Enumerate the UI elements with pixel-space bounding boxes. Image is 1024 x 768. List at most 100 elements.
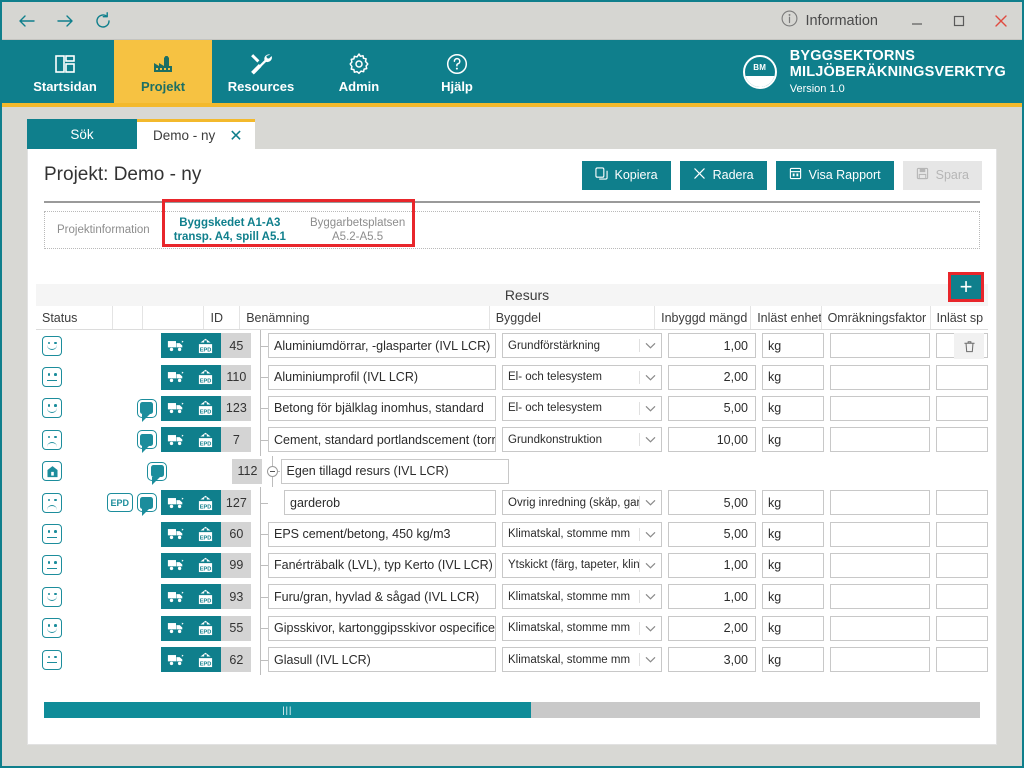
transport-epd-buttons[interactable]: EPD: [160, 427, 221, 453]
omrakningsfaktor-input[interactable]: [830, 490, 930, 516]
epd-document-icon[interactable]: EPD: [197, 526, 214, 542]
omrakningsfaktor-input[interactable]: [830, 552, 930, 578]
transport-epd-buttons[interactable]: EPD: [160, 395, 221, 421]
chevron-down-icon[interactable]: [639, 339, 661, 353]
radera-button[interactable]: Radera: [679, 160, 767, 190]
truck-icon[interactable]: [167, 590, 185, 604]
scrollbar-thumb[interactable]: |||: [44, 702, 531, 718]
inlast-spill-input[interactable]: [936, 490, 988, 516]
chevron-down-icon[interactable]: [639, 527, 661, 541]
status-sad-face-icon[interactable]: [42, 429, 62, 450]
visa-rapport-button[interactable]: Visa Rapport: [775, 160, 894, 190]
transport-epd-buttons[interactable]: EPD: [160, 521, 221, 547]
status-happy-face-icon[interactable]: [42, 398, 62, 419]
table-row[interactable]: EPD 7 Cement, standard portlandscement (to…: [36, 424, 988, 456]
comment-bubble-icon[interactable]: [147, 461, 168, 485]
epd-document-icon[interactable]: EPD: [197, 369, 214, 385]
status-happy-face-icon[interactable]: [42, 586, 62, 607]
truck-icon[interactable]: [167, 370, 185, 384]
column-header-id[interactable]: ID: [204, 306, 241, 329]
forward-icon[interactable]: [54, 10, 76, 32]
nav-item-admin[interactable]: Admin: [310, 40, 408, 103]
chevron-down-icon[interactable]: [639, 370, 661, 384]
omrakningsfaktor-input[interactable]: [830, 364, 930, 390]
truck-icon[interactable]: [167, 339, 185, 353]
inbyggd-mangd-input[interactable]: 10,00: [668, 427, 756, 453]
inbyggd-mangd-input[interactable]: 3,00: [668, 647, 756, 673]
truck-icon[interactable]: [167, 527, 185, 541]
truck-icon[interactable]: [167, 401, 185, 415]
benamning-input[interactable]: garderob: [284, 490, 496, 516]
table-row[interactable]: EPD 45 Aluminiumdörrar, -glasparter (IVL L…: [36, 330, 988, 362]
inlast-spill-input[interactable]: [936, 364, 988, 390]
benamning-input[interactable]: Furu/gran, hyvlad & sågad (IVL LCR): [268, 584, 496, 610]
status-house-icon[interactable]: [42, 461, 62, 482]
status-neutral-face-icon[interactable]: [42, 555, 62, 576]
horizontal-scrollbar[interactable]: |||: [44, 702, 980, 718]
comment-bubble-icon[interactable]: [136, 398, 157, 422]
benamning-input[interactable]: Fanérträbalk (LVL), typ Kerto (IVL LCR): [268, 552, 496, 578]
benamning-input[interactable]: Aluminiumdörrar, -glasparter (IVL LCR): [268, 333, 496, 359]
epd-document-icon[interactable]: EPD: [197, 652, 214, 668]
table-row[interactable]: EPD 55 Gipsskivor, kartonggipsskivor ospec…: [36, 612, 988, 644]
inlast-spill-input[interactable]: [936, 584, 988, 610]
table-row[interactable]: EPD 123 Betong för bjälklag inomhus, stand…: [36, 392, 988, 425]
column-header-byggdel[interactable]: Byggdel: [490, 306, 656, 329]
back-icon[interactable]: [16, 10, 38, 32]
transport-epd-buttons[interactable]: EPD: [160, 552, 221, 578]
byggdel-select[interactable]: Övrig inredning (skåp, garderob: [502, 490, 662, 516]
benamning-input[interactable]: Cement, standard portlandscement (torrbr…: [268, 427, 496, 453]
transport-epd-buttons[interactable]: EPD: [160, 584, 221, 610]
truck-icon[interactable]: [167, 558, 185, 572]
inlast-enhet-input[interactable]: kg: [762, 427, 824, 453]
table-row[interactable]: EPD 60 EPS cement/betong, 450 kg/m3 Klimats…: [36, 518, 988, 550]
truck-icon[interactable]: [167, 653, 185, 667]
close-button[interactable]: [980, 3, 1022, 39]
byggdel-select[interactable]: El- och telesystem: [502, 364, 662, 390]
chevron-down-icon[interactable]: [639, 590, 661, 604]
inlast-spill-input[interactable]: [936, 647, 988, 673]
transport-epd-buttons[interactable]: EPD: [160, 615, 221, 641]
nav-item-resources[interactable]: Resources: [212, 40, 310, 103]
epd-document-icon[interactable]: EPD: [197, 432, 214, 448]
omrakningsfaktor-input[interactable]: [830, 584, 930, 610]
byggdel-select[interactable]: Grundförstärkning: [502, 333, 662, 359]
inlast-enhet-input[interactable]: kg: [762, 364, 824, 390]
epd-badge-icon[interactable]: EPD: [106, 493, 133, 513]
epd-document-icon[interactable]: EPD: [197, 589, 214, 605]
table-row[interactable]: EPD 99 Fanérträbalk (LVL), typ Kerto (IVL …: [36, 549, 988, 582]
status-happy-face-icon[interactable]: [42, 335, 62, 356]
omrakningsfaktor-input[interactable]: [830, 395, 930, 421]
section-tab-byggarbetsplatsen[interactable]: Byggarbetsplatsen A5.2-A5.5: [298, 212, 417, 248]
tree-collapse-toggle[interactable]: [267, 465, 279, 477]
inlast-enhet-input[interactable]: kg: [762, 552, 824, 578]
status-neutral-face-icon[interactable]: [42, 524, 62, 545]
byggdel-select[interactable]: El- och telesystem: [502, 395, 662, 421]
benamning-input[interactable]: Gipsskivor, kartonggipsskivor ospecifice…: [268, 615, 496, 641]
inlast-enhet-input[interactable]: kg: [762, 584, 824, 610]
transport-epd-buttons[interactable]: EPD: [160, 364, 221, 390]
nav-item-hjalp[interactable]: Hjälp: [408, 40, 506, 103]
benamning-input[interactable]: EPS cement/betong, 450 kg/m3: [268, 521, 496, 547]
column-header-omrakningsfaktor[interactable]: Omräkningsfaktor: [822, 306, 931, 329]
chevron-down-icon[interactable]: [639, 401, 661, 415]
inlast-spill-input[interactable]: [936, 521, 988, 547]
inlast-enhet-input[interactable]: kg: [762, 333, 824, 359]
inbyggd-mangd-input[interactable]: 1,00: [668, 584, 756, 610]
transport-epd-buttons[interactable]: EPD: [160, 333, 221, 359]
table-row[interactable]: EPD 110 Aluminiumprofil (IVL LCR) El- och t…: [36, 361, 988, 393]
omrakningsfaktor-input[interactable]: [830, 615, 930, 641]
epd-document-icon[interactable]: EPD: [197, 620, 214, 636]
tab-demo-ny[interactable]: Demo - ny ✕: [137, 119, 255, 149]
byggdel-select[interactable]: Klimatskal, stomme mm: [502, 647, 662, 673]
chevron-down-icon[interactable]: [639, 558, 661, 572]
inbyggd-mangd-input[interactable]: 5,00: [668, 521, 756, 547]
inlast-enhet-input[interactable]: kg: [762, 395, 824, 421]
nav-item-projekt[interactable]: Projekt: [114, 40, 212, 103]
truck-icon[interactable]: [167, 433, 185, 447]
table-row[interactable]: 112 Egen tillagd resurs (IVL LCR): [36, 455, 988, 487]
tab-sok[interactable]: Sök: [27, 119, 137, 149]
inbyggd-mangd-input[interactable]: 1,00: [668, 552, 756, 578]
inbyggd-mangd-input[interactable]: 2,00: [668, 615, 756, 641]
benamning-input[interactable]: Betong för bjälklag inomhus, standard: [268, 395, 496, 421]
